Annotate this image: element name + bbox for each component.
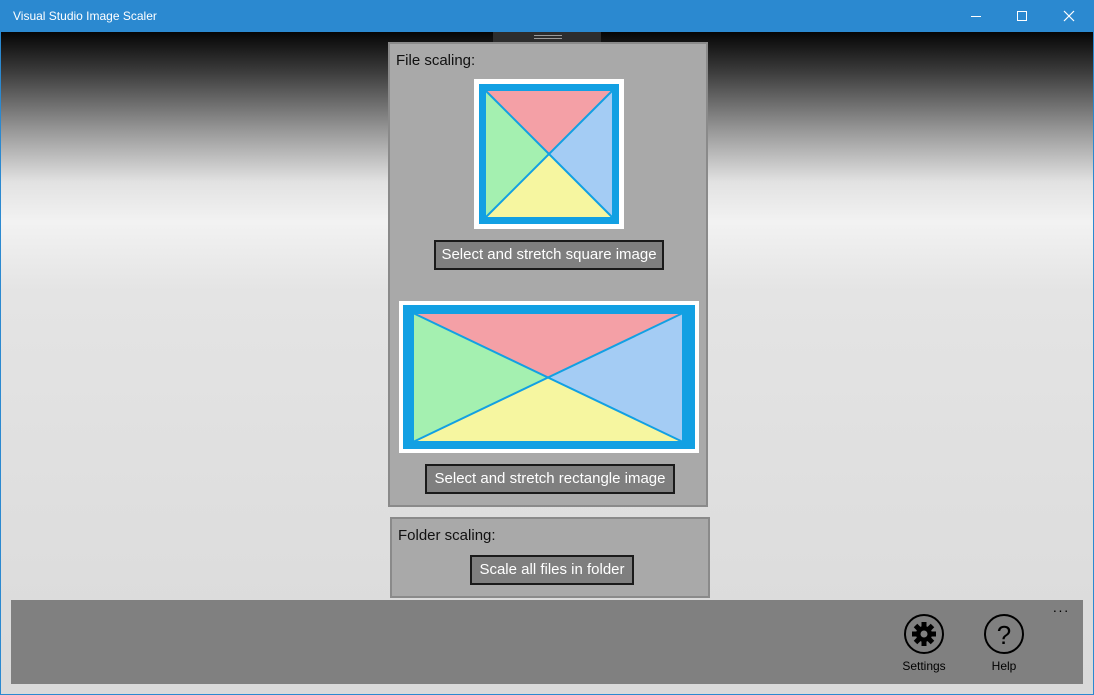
help-icon: ? [996, 620, 1012, 650]
rectangle-sample-image [403, 305, 695, 449]
folder-scaling-label: Folder scaling: [398, 527, 496, 544]
folder-scaling-panel: Folder scaling: Scale all files in folde… [390, 517, 710, 598]
settings-button[interactable]: Settings [894, 612, 954, 676]
square-image-preview [474, 79, 624, 229]
app-window: Visual Studio Image Scaler File scaling: [0, 0, 1094, 695]
grip-line [534, 35, 562, 36]
gear-icon [912, 622, 936, 646]
help-label: Help [991, 659, 1017, 673]
client-area: File scaling: Select and stretch square … [1, 32, 1093, 694]
file-scaling-label: File scaling: [396, 52, 476, 69]
close-button[interactable] [1046, 0, 1092, 32]
help-button[interactable]: ? Help [974, 612, 1034, 676]
stretch-square-button[interactable]: Select and stretch square image [434, 240, 664, 270]
minimize-button[interactable] [954, 0, 1000, 32]
close-icon [1063, 10, 1075, 22]
maximize-button[interactable] [1000, 0, 1046, 32]
title-bar[interactable]: Visual Studio Image Scaler [0, 0, 1094, 32]
square-sample-image [479, 84, 619, 224]
settings-circle [904, 614, 944, 654]
maximize-icon [1017, 11, 1027, 21]
window-title: Visual Studio Image Scaler [13, 9, 157, 23]
stretch-rectangle-button[interactable]: Select and stretch rectangle image [425, 464, 675, 494]
scale-folder-button[interactable]: Scale all files in folder [470, 555, 634, 585]
drag-handle[interactable] [493, 32, 601, 42]
file-scaling-panel: File scaling: Select and stretch square … [388, 42, 708, 507]
settings-label: Settings [902, 659, 946, 673]
grip-line [534, 38, 562, 39]
command-bar: ··· Settings ? Help [11, 600, 1083, 684]
more-options-button[interactable]: ··· [1047, 600, 1075, 620]
help-circle: ? [984, 614, 1024, 654]
minimize-icon [971, 16, 981, 17]
rectangle-image-preview [399, 301, 699, 453]
